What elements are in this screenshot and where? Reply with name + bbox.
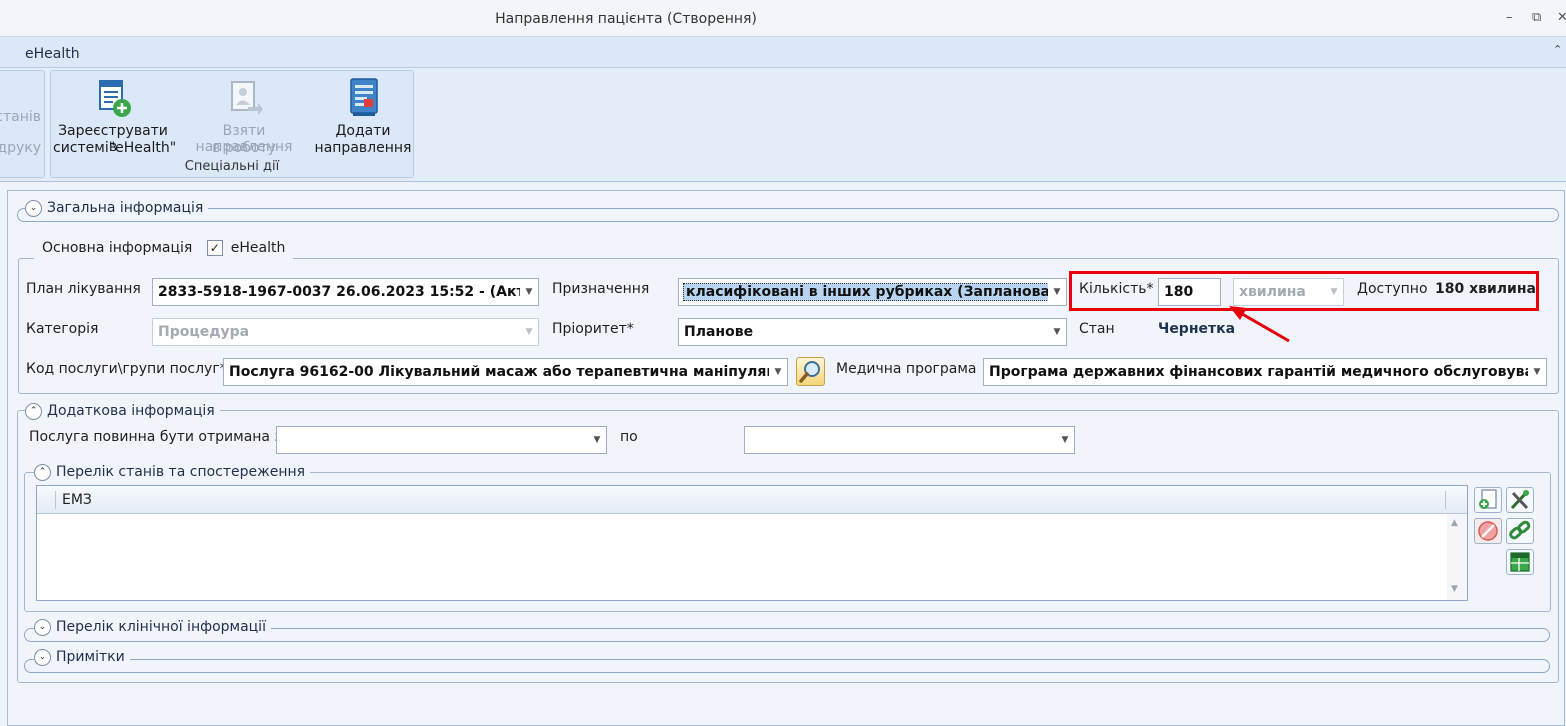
- ehealth-checkbox[interactable]: ✓: [206, 240, 223, 256]
- chevron-down-icon[interactable]: ▼: [1056, 427, 1074, 453]
- chevron-up-icon[interactable]: ⌃: [34, 463, 51, 481]
- purpose-label: Призначення: [552, 281, 650, 297]
- minimize-button[interactable]: –: [1506, 10, 1513, 25]
- plan-label: План лікування: [26, 281, 141, 297]
- grid-icon: [1510, 552, 1530, 572]
- service-value: Послуга 96162-00 Лікувальний масаж або т…: [229, 364, 788, 380]
- ribbon-left-line2[interactable]: друку: [0, 140, 41, 156]
- emz-column-header[interactable]: ЕМЗ: [62, 492, 92, 508]
- general-info-line: [17, 208, 1559, 222]
- ribbon-group-left: станів друку: [0, 70, 45, 178]
- add-referral-button[interactable]: Додати направлення: [313, 75, 413, 157]
- tab-ehealth[interactable]: eHealth: [25, 46, 80, 62]
- notes-header[interactable]: ⌄ Примітки: [34, 647, 130, 667]
- notes-label: Примітки: [56, 649, 125, 665]
- referral-form: ⌄ Загальна інформація Основна інформація …: [7, 190, 1565, 726]
- scroll-up-button[interactable]: ▲: [1451, 518, 1458, 528]
- add-referral-icon: [350, 78, 378, 116]
- add-line2: направлення: [314, 140, 412, 156]
- emz-scrollbar[interactable]: ▲ ▼: [1447, 514, 1467, 600]
- chevron-down-icon[interactable]: ▼: [1048, 279, 1066, 305]
- service-select[interactable]: Послуга 96162-00 Лікувальний масаж або т…: [223, 358, 788, 386]
- register-ehealth-button[interactable]: Зареєструвати в системі"eHealth": [53, 75, 177, 157]
- column-divider: [55, 491, 56, 509]
- column-divider: [1445, 491, 1446, 509]
- window-title: Направлення пацієнта (Створення): [495, 11, 757, 27]
- program-value: Програма державних фінансових гарантій м…: [989, 364, 1547, 380]
- delete-icon: [1478, 521, 1498, 541]
- from-date-select[interactable]: ▼: [276, 426, 607, 454]
- chevron-down-icon[interactable]: ▼: [769, 359, 787, 385]
- additional-info-label: Додаткова інформація: [47, 403, 215, 419]
- annotation-arrow-icon: [1229, 306, 1290, 343]
- priority-label: Пріоритет*: [552, 321, 634, 337]
- chevron-down-icon[interactable]: ▼: [520, 279, 538, 305]
- table-emz-button[interactable]: [1506, 549, 1534, 575]
- basic-info-legend: Основна інформація ✓ eHealth: [34, 240, 294, 260]
- program-label: Медична програма: [836, 361, 977, 377]
- add-line1: Додати: [335, 123, 391, 139]
- chevron-down-icon[interactable]: ▼: [588, 427, 606, 453]
- add-document-icon: [1479, 489, 1497, 509]
- take-line2: в роботу: [212, 140, 276, 156]
- chevron-down-icon[interactable]: ⌄: [34, 618, 51, 636]
- priority-select[interactable]: Планове ▼: [678, 318, 1067, 346]
- chevron-up-icon[interactable]: ⌃: [25, 402, 42, 420]
- emz-grid[interactable]: ЕМЗ ▲ ▼: [36, 485, 1468, 601]
- take-referral-button[interactable]: Взяти направлення в роботу: [175, 75, 313, 157]
- service-label: Код послуги\групи послуг*: [26, 361, 227, 377]
- clinical-info-header[interactable]: ⌄ Перелік клінічної інформації: [34, 617, 271, 637]
- notes-line: [24, 659, 1550, 673]
- category-select[interactable]: Процедура ▼: [152, 318, 539, 346]
- search-service-button[interactable]: [796, 357, 825, 386]
- priority-value: Планове: [684, 324, 754, 340]
- register-line2: системі"eHealth": [53, 140, 177, 156]
- ribbon-group-caption: Спеціальні дії: [184, 159, 280, 174]
- chevron-down-icon[interactable]: ▼: [1528, 359, 1546, 385]
- plan-select[interactable]: 2833-5918-1967-0037 26.06.2023 15:52 - (…: [152, 278, 539, 306]
- register-document-icon: [99, 80, 131, 117]
- purpose-select[interactable]: класифіковані в інших рубриках (Запланов…: [678, 278, 1067, 306]
- status-label: Стан: [1079, 321, 1115, 337]
- basic-info-label: Основна інформація: [42, 240, 193, 256]
- from-date-label: Послуга повинна бути отримана з: [29, 429, 282, 445]
- category-value: Процедура: [158, 324, 250, 340]
- chevron-down-icon[interactable]: ▼: [520, 319, 538, 345]
- general-info-label: Загальна інформація: [47, 200, 204, 216]
- ehealth-checkbox-label: eHealth: [230, 240, 286, 256]
- category-label: Категорія: [26, 321, 99, 337]
- restore-button[interactable]: ⧉: [1532, 10, 1541, 25]
- close-button[interactable]: ✕: [1557, 10, 1566, 25]
- chevron-down-icon[interactable]: ⌄: [25, 199, 42, 217]
- clinical-info-label: Перелік клінічної інформації: [56, 619, 266, 635]
- edit-emz-button[interactable]: [1506, 487, 1534, 513]
- title-bar: Направлення пацієнта (Створення) – ⧉ ✕: [0, 0, 1566, 37]
- ribbon-left-line1[interactable]: станів: [0, 109, 41, 125]
- ribbon-group-special: Зареєструвати в системі"eHealth" Взяти н…: [50, 70, 414, 178]
- ribbon-tab-bar: eHealth ⌃: [0, 37, 1566, 68]
- to-date-select[interactable]: ▼: [744, 426, 1075, 454]
- tools-icon: [1510, 490, 1529, 510]
- to-date-label: по: [620, 429, 638, 445]
- collapse-ribbon-button[interactable]: ⌃: [1553, 43, 1562, 56]
- link-emz-button[interactable]: [1506, 518, 1534, 544]
- plan-value: 2833-5918-1967-0037 26.06.2023 15:52 - (…: [158, 284, 539, 300]
- chevron-down-icon[interactable]: ▼: [1048, 319, 1066, 345]
- take-referral-icon: [231, 81, 263, 115]
- additional-info-header[interactable]: ⌃ Додаткова інформація: [25, 401, 220, 421]
- purpose-value: класифіковані в інших рубриках (Запланов…: [683, 283, 1066, 301]
- emz-grid-header: ЕМЗ: [37, 486, 1467, 514]
- general-info-header[interactable]: ⌄ Загальна інформація: [25, 198, 209, 218]
- delete-emz-button[interactable]: [1474, 518, 1502, 544]
- program-select[interactable]: Програма державних фінансових гарантій м…: [983, 358, 1547, 386]
- conditions-header[interactable]: ⌃ Перелік станів та спостереження: [34, 462, 311, 482]
- add-emz-button[interactable]: [1474, 487, 1502, 513]
- highlight-box: [1069, 271, 1539, 311]
- link-icon: [1509, 520, 1531, 540]
- conditions-label: Перелік станів та спостереження: [56, 464, 306, 480]
- ribbon: станів друку Зареєструвати в системі"eHe…: [0, 68, 1566, 182]
- scroll-down-button[interactable]: ▼: [1451, 584, 1458, 594]
- search-icon: [799, 361, 820, 383]
- chevron-down-icon[interactable]: ⌄: [34, 648, 51, 666]
